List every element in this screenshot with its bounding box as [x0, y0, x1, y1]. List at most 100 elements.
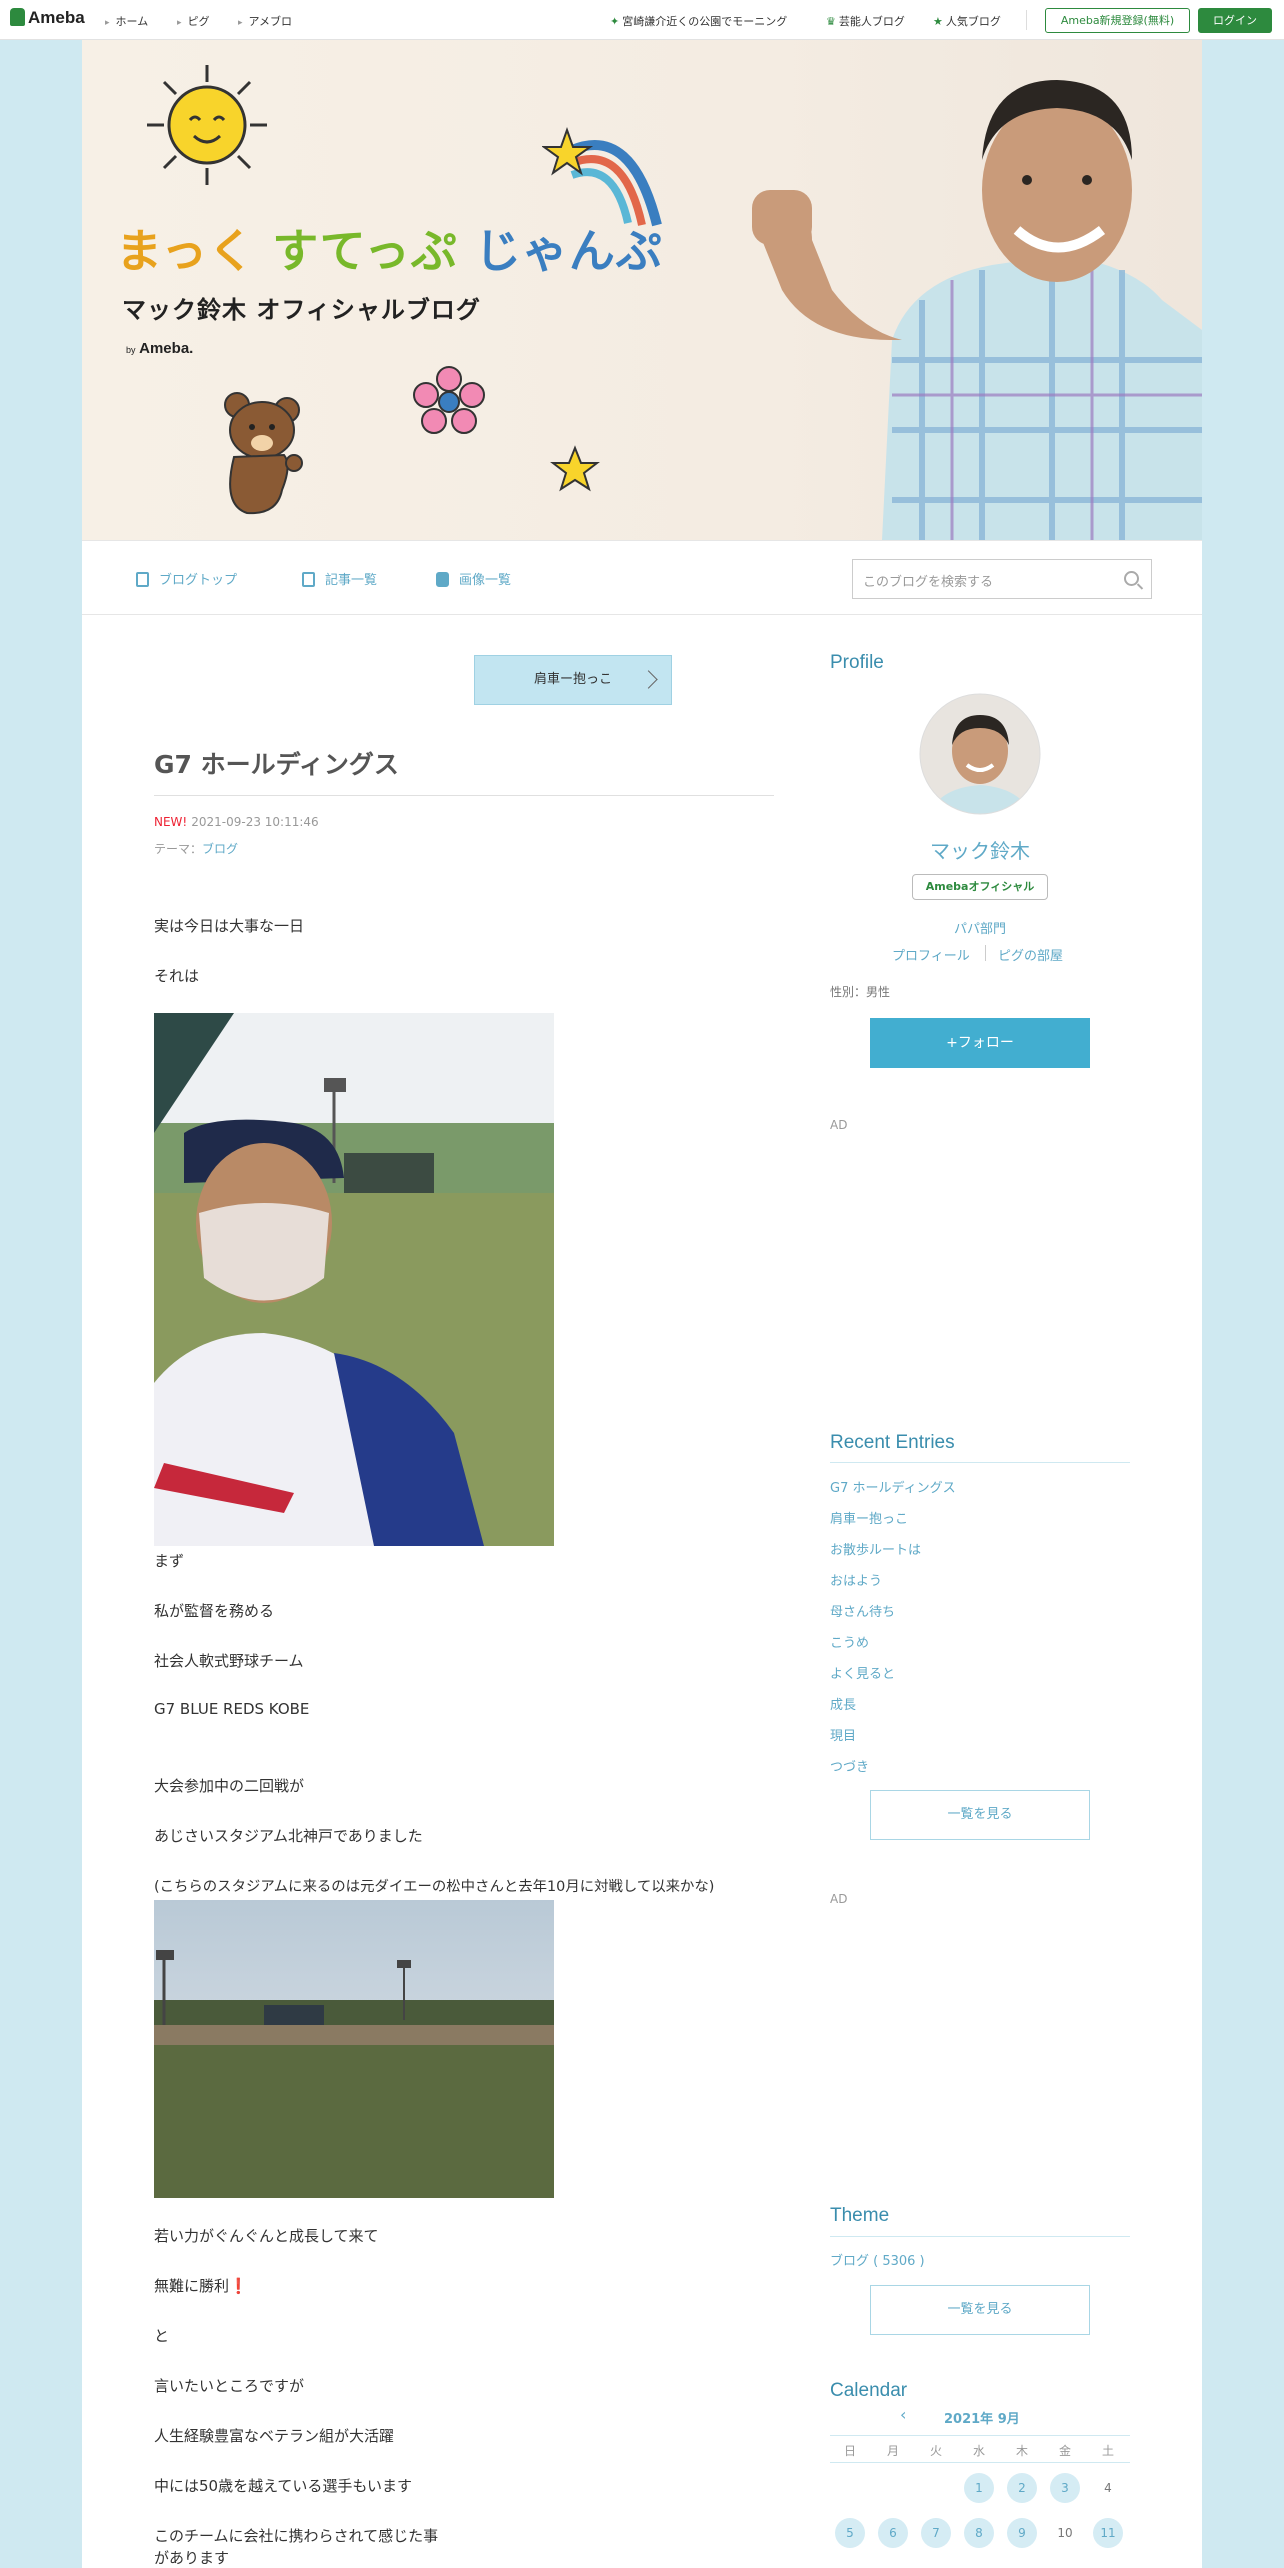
divider: [985, 945, 986, 961]
celebrity-blog-link[interactable]: ♛ 芸能人ブログ: [826, 13, 905, 29]
login-button[interactable]: ログイン: [1198, 8, 1272, 33]
profile-name[interactable]: マック鈴木: [830, 835, 1130, 864]
calendar-day[interactable]: 2: [1007, 2473, 1037, 2503]
nav-blog-top[interactable]: ブログトップ: [136, 569, 237, 588]
recent-entry-link[interactable]: こうめ: [830, 1632, 869, 1651]
global-nav-pigg[interactable]: ピグ: [177, 13, 210, 29]
paragraph: 私が監督を務める: [154, 1602, 275, 1620]
star-icon: ★: [933, 15, 943, 28]
exclamation-icon: ❗: [229, 2277, 248, 2295]
stadium-photo[interactable]: [154, 1900, 554, 2198]
calendar-day[interactable]: 7: [921, 2518, 951, 2548]
entry-theme: テーマ：ブログ: [154, 842, 239, 856]
blog-header[interactable]: まっく すてっぷ じゃんぷ マック鈴木 オフィシャルブログ by Ameba.: [82, 40, 1202, 540]
blog-subtitle: マック鈴木 オフィシャルブログ: [122, 296, 481, 324]
paragraph: 大会参加中の二回戦が: [154, 1777, 305, 1795]
ameba-frog-icon: [10, 8, 25, 26]
ameba-logo[interactable]: Ameba: [10, 8, 85, 28]
paragraph: このチームに会社に携わらされて感じた事: [154, 2527, 439, 2545]
paragraph: 実は今日は大事な一日: [154, 917, 305, 935]
calendar-day: 10: [1057, 2526, 1073, 2540]
calendar-day[interactable]: 3: [1050, 2473, 1080, 2503]
nav-image-list[interactable]: 画像一覧: [436, 569, 511, 588]
paragraph: と: [154, 2327, 170, 2345]
paragraph: 中には50歳を越えている選手もいます: [154, 2477, 413, 2495]
copy-icon: [302, 572, 315, 587]
calendar-day[interactable]: 1: [964, 2473, 994, 2503]
entry-meta: NEW! 2021-09-23 10:11:46: [154, 815, 319, 829]
recent-entry-link[interactable]: 肩車ー抱っこ: [830, 1508, 908, 1527]
header-portrait-photo: [752, 80, 1202, 540]
profile-link[interactable]: プロフィール: [892, 945, 970, 964]
chevron-left-icon[interactable]: ‹: [900, 2405, 906, 2424]
global-nav-ameblo[interactable]: アメブロ: [238, 13, 292, 29]
global-nav-home[interactable]: ホーム: [105, 13, 149, 29]
entry-date: 2021-09-23 10:11:46: [191, 815, 319, 829]
calendar-day[interactable]: 8: [964, 2518, 994, 2548]
recent-entry-link[interactable]: 母さん待ち: [830, 1601, 895, 1620]
flower-icon: [413, 366, 485, 434]
popular-blog-link[interactable]: ★ 人気ブログ: [933, 13, 1001, 29]
divider: [830, 2435, 1130, 2436]
by-ameba: by Ameba.: [126, 340, 194, 357]
weekday-label: 火: [929, 2444, 942, 2458]
paragraph: (こちらのスタジアムに来るのは元ダイエーの松中さんと去年10月に対戦して以来かな…: [154, 1879, 715, 1895]
paragraph: まず: [154, 1552, 185, 1570]
calendar-month: 2021年 9月: [944, 2412, 1020, 2427]
blog-title-logo: まっく すてっぷ じゃんぷ: [116, 224, 663, 278]
gender-info: 性別：男性: [830, 985, 891, 999]
recent-entry-link[interactable]: つづき: [830, 1756, 869, 1775]
calendar-day[interactable]: 5: [835, 2518, 865, 2548]
document-icon: [136, 572, 149, 587]
recent-entry-link[interactable]: G7 ホールディングス: [830, 1477, 956, 1496]
star-illustration: [550, 445, 600, 492]
weekday-label: 木: [1015, 2444, 1028, 2458]
divider: [154, 795, 774, 796]
weekday-label: 金: [1058, 2444, 1071, 2458]
prev-entry-button[interactable]: 肩車ー抱っこ: [474, 655, 672, 705]
entry-title[interactable]: G7 ホールディングス: [154, 745, 399, 781]
selfie-photo[interactable]: [154, 1013, 554, 1546]
ad-label: AD: [830, 1892, 848, 1906]
divider: [830, 2462, 1130, 2463]
recent-entry-link[interactable]: よく見ると: [830, 1663, 895, 1682]
paragraph: あじさいスタジアム北神戸でありました: [154, 1827, 423, 1845]
calendar-day: 4: [1104, 2481, 1112, 2495]
category-link[interactable]: パパ部門: [830, 918, 1130, 937]
theme-item-link[interactable]: ブログ ( 5306 ): [830, 2250, 925, 2269]
trend-icon: ✦: [610, 15, 620, 28]
blog-nav: ブログトップ 記事一覧 画像一覧 このブログを検索する: [82, 540, 1202, 615]
divider: [830, 2236, 1130, 2237]
calendar-day[interactable]: 6: [878, 2518, 908, 2548]
new-badge: NEW!: [154, 815, 188, 829]
calendar-day[interactable]: 9: [1007, 2518, 1037, 2548]
blog-search-input[interactable]: このブログを検索する: [852, 559, 1152, 599]
paragraph: それは: [154, 967, 200, 985]
recent-entry-link[interactable]: おはよう: [830, 1570, 882, 1589]
theme-heading: Theme: [830, 2205, 890, 2226]
profile-avatar[interactable]: [919, 693, 1041, 815]
calendar-day[interactable]: 11: [1093, 2518, 1123, 2548]
nav-entry-list[interactable]: 記事一覧: [302, 569, 377, 588]
recent-entry-link[interactable]: 成長: [830, 1694, 856, 1713]
weekday-label: 土: [1101, 2444, 1114, 2458]
divider: [1026, 10, 1027, 30]
paragraph: があります: [154, 2549, 230, 2567]
paragraph: 無難に勝利❗: [154, 2277, 248, 2295]
weekday-label: 日: [843, 2444, 856, 2458]
pigg-room-link[interactable]: ピグの部屋: [998, 945, 1063, 964]
paragraph: 若い力がぐんぐんと成長して来て: [154, 2227, 379, 2245]
follow-button[interactable]: +フォロー: [870, 1018, 1090, 1068]
sun-icon: [147, 65, 267, 185]
see-all-entries-button[interactable]: 一覧を見る: [870, 1790, 1090, 1840]
trending-link[interactable]: ✦ 宮崎謙介近くの公園でモーニング: [610, 13, 787, 29]
theme-link[interactable]: ブログ: [202, 842, 238, 856]
recent-entry-link[interactable]: 現目: [830, 1725, 856, 1744]
see-all-themes-button[interactable]: 一覧を見る: [870, 2285, 1090, 2335]
register-button[interactable]: Ameba新規登録(無料): [1045, 8, 1190, 33]
paragraph: G7 BLUE REDS KOBE: [154, 1700, 310, 1718]
recent-entry-link[interactable]: お散歩ルートは: [830, 1539, 921, 1558]
search-icon[interactable]: [1124, 571, 1139, 586]
camera-icon: [436, 572, 449, 587]
profile-heading: Profile: [830, 652, 884, 673]
